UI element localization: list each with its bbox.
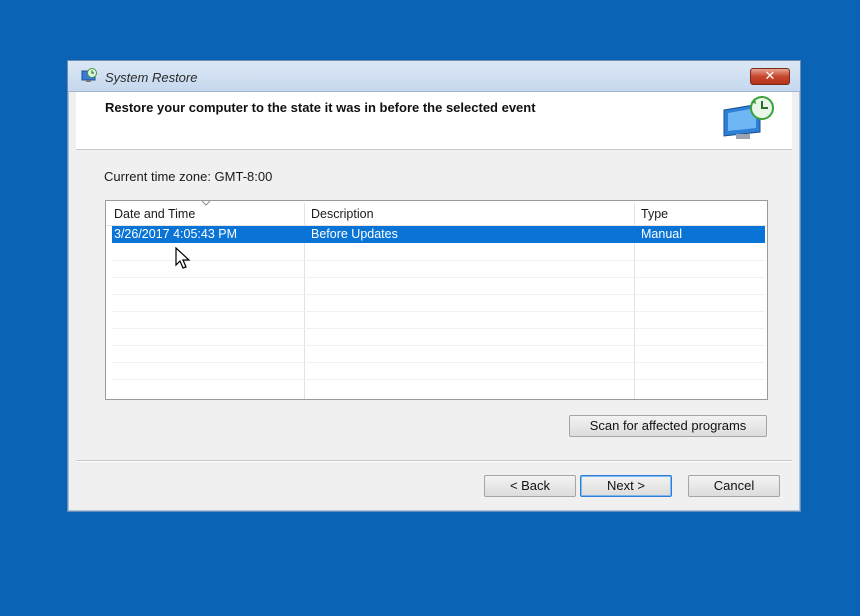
grid-line <box>112 294 765 295</box>
restore-points-list[interactable]: Date and Time Description Type 3/26/2017… <box>105 200 768 400</box>
grid-line <box>112 311 765 312</box>
close-button[interactable]: ✕ <box>750 68 790 85</box>
system-restore-monitor-icon <box>723 96 774 139</box>
grid-line <box>112 345 765 346</box>
grid-line <box>112 277 765 278</box>
title-bar[interactable]: System Restore ✕ <box>68 61 800 92</box>
next-button[interactable]: Next > <box>580 475 672 497</box>
table-row[interactable]: 3/26/2017 4:05:43 PM Before Updates Manu… <box>112 226 765 243</box>
page-title: Restore your computer to the state it wa… <box>105 100 536 115</box>
sort-caret-icon <box>202 201 210 206</box>
column-header-description[interactable]: Description <box>311 207 374 221</box>
grid-line <box>112 260 765 261</box>
back-button[interactable]: < Back <box>484 475 576 497</box>
cancel-button[interactable]: Cancel <box>688 475 780 497</box>
header-banner: Restore your computer to the state it wa… <box>76 92 792 150</box>
grid-line <box>112 379 765 380</box>
system-restore-icon <box>81 68 97 82</box>
row-date: 3/26/2017 4:05:43 PM <box>114 227 238 241</box>
system-restore-window: System Restore ✕ Restore your computer t… <box>67 60 801 512</box>
column-header-type[interactable]: Type <box>641 207 668 221</box>
window-title: System Restore <box>105 70 198 85</box>
mouse-pointer-icon <box>175 247 191 269</box>
timezone-label: Current time zone: GMT-8:00 <box>104 169 273 184</box>
grid-line <box>112 328 765 329</box>
row-description: Before Updates <box>311 227 398 241</box>
scan-affected-programs-button[interactable]: Scan for affected programs <box>569 415 767 437</box>
row-type: Manual <box>641 227 682 241</box>
list-header: Date and Time Description Type <box>106 201 767 226</box>
footer-divider-highlight <box>76 461 792 462</box>
column-header-date[interactable]: Date and Time <box>114 207 195 221</box>
grid-line <box>112 362 765 363</box>
